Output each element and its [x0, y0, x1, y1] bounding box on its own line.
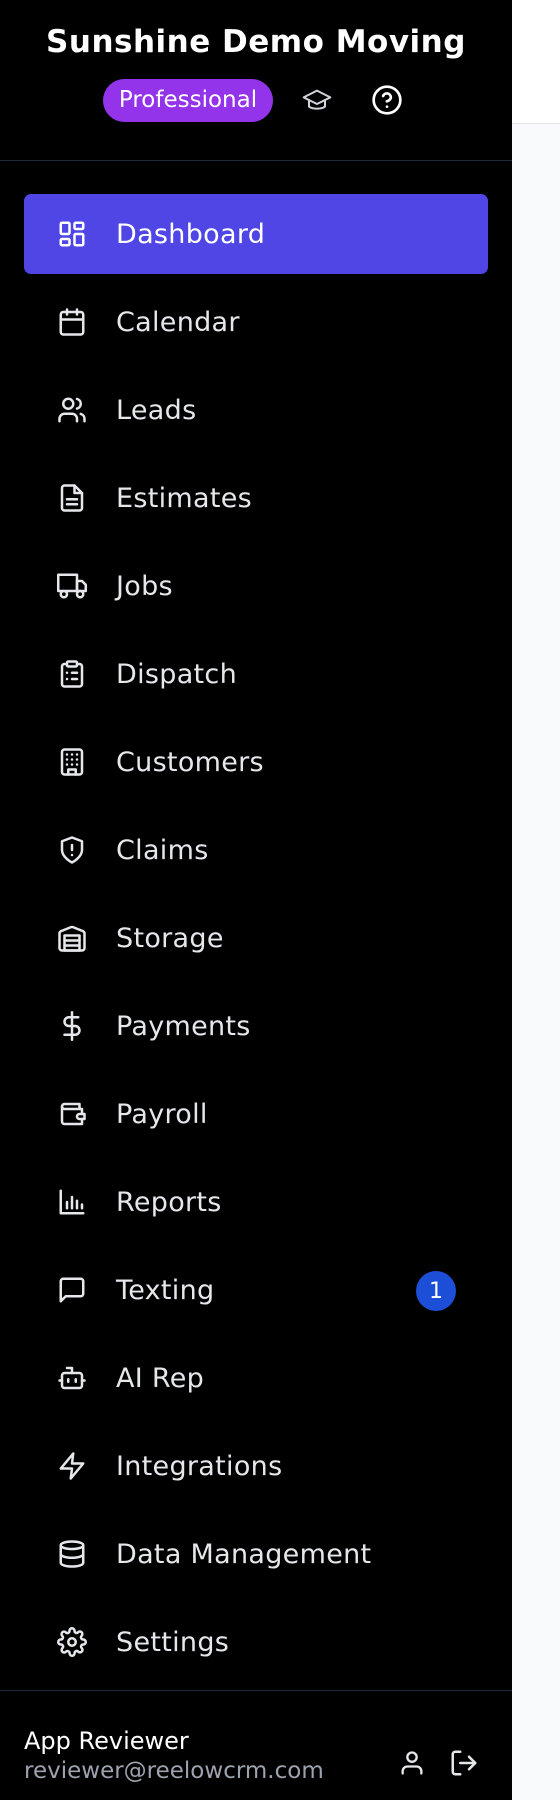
bot-icon: [57, 1363, 87, 1393]
sidebar-item-dashboard[interactable]: Dashboard: [24, 194, 488, 274]
warehouse-icon: [57, 923, 87, 953]
sidebar-item-label: AI Rep: [116, 1362, 205, 1394]
header-bar: [512, 0, 560, 124]
document-icon: [57, 483, 87, 513]
wallet-icon: [57, 1099, 87, 1129]
unread-count-badge: 1: [416, 1271, 456, 1311]
clipboard-list-icon: [57, 659, 87, 689]
sidebar-item-jobs[interactable]: Jobs: [24, 546, 488, 626]
sidebar-footer: App Reviewer reviewer@reelowcrm.com: [0, 1690, 512, 1800]
sidebar-item-reports[interactable]: Reports: [24, 1162, 488, 1242]
dashboard-icon: [57, 219, 87, 249]
sidebar-item-dispatch[interactable]: Dispatch: [24, 634, 488, 714]
sidebar-item-label: Leads: [116, 394, 197, 426]
building-icon: [57, 747, 87, 777]
sidebar: Sunshine Demo Moving Professional Dashbo…: [0, 0, 512, 1800]
sidebar-item-calendar[interactable]: Calendar: [24, 282, 488, 362]
message-square-icon: [57, 1275, 87, 1305]
sidebar-item-label: Texting: [116, 1274, 215, 1306]
sidebar-item-label: Integrations: [116, 1450, 283, 1482]
sidebar-item-label: Payroll: [116, 1098, 208, 1130]
sidebar-item-label: Reports: [116, 1186, 222, 1218]
sidebar-item-label: Estimates: [116, 482, 253, 514]
shield-alert-icon: [57, 835, 87, 865]
sidebar-item-ai-rep[interactable]: AI Rep: [24, 1338, 488, 1418]
dollar-icon: [57, 1011, 87, 1041]
sidebar-item-label: Claims: [116, 834, 209, 866]
sidebar-nav: Dashboard Calendar Leads Estimates Jobs: [0, 161, 512, 1682]
sidebar-item-label: Dispatch: [116, 658, 237, 690]
sidebar-item-data-management[interactable]: Data Management: [24, 1514, 488, 1594]
graduation-cap-icon[interactable]: [295, 78, 339, 122]
sidebar-item-leads[interactable]: Leads: [24, 370, 488, 450]
sidebar-item-label: Data Management: [116, 1538, 372, 1570]
sidebar-item-claims[interactable]: Claims: [24, 810, 488, 890]
user-icon[interactable]: [394, 1745, 430, 1781]
sidebar-item-label: Jobs: [116, 570, 173, 602]
user-name: App Reviewer: [24, 1727, 189, 1755]
sidebar-item-texting[interactable]: Texting 1: [24, 1250, 488, 1330]
help-circle-icon[interactable]: [365, 78, 409, 122]
users-icon: [57, 395, 87, 425]
sidebar-item-payments[interactable]: Payments: [24, 986, 488, 1066]
sidebar-item-customers[interactable]: Customers: [24, 722, 488, 802]
sidebar-item-integrations[interactable]: Integrations: [24, 1426, 488, 1506]
sidebar-item-settings[interactable]: Settings: [24, 1602, 488, 1682]
zap-icon: [57, 1451, 87, 1481]
truck-icon: [57, 571, 87, 601]
calendar-icon: [57, 307, 87, 337]
sidebar-item-storage[interactable]: Storage: [24, 898, 488, 978]
sidebar-item-estimates[interactable]: Estimates: [24, 458, 488, 538]
gear-icon: [57, 1627, 87, 1657]
sidebar-item-label: Customers: [116, 746, 264, 778]
sidebar-item-label: Storage: [116, 922, 224, 954]
bar-chart-icon: [57, 1187, 87, 1217]
sidebar-item-label: Calendar: [116, 306, 240, 338]
sidebar-item-label: Settings: [116, 1626, 230, 1658]
sidebar-item-label: Payments: [116, 1010, 251, 1042]
plan-badge[interactable]: Professional: [102, 78, 274, 122]
sidebar-item-label: Dashboard: [116, 218, 266, 250]
database-icon: [57, 1539, 87, 1569]
logout-icon[interactable]: [446, 1745, 482, 1781]
company-name: Sunshine Demo Moving: [46, 24, 466, 60]
sidebar-brand: Sunshine Demo Moving Professional: [0, 0, 512, 161]
user-email: reviewer@reelowcrm.com: [24, 1758, 324, 1784]
sidebar-item-payroll[interactable]: Payroll: [24, 1074, 488, 1154]
